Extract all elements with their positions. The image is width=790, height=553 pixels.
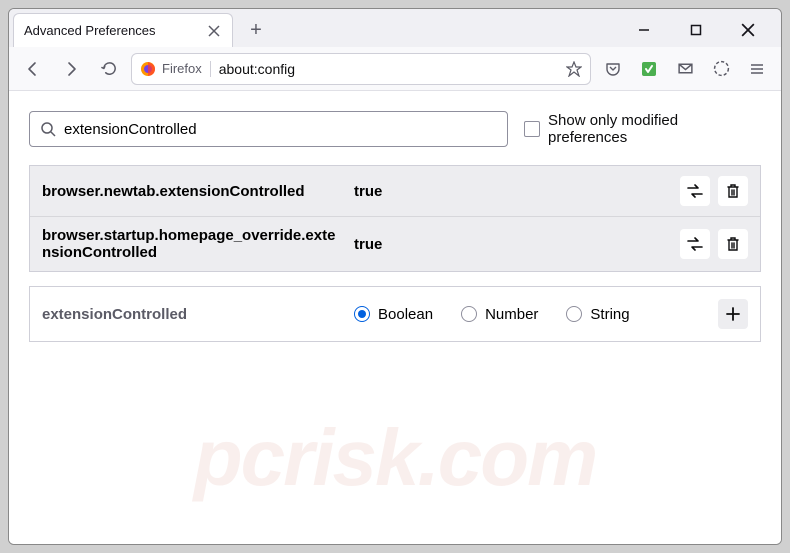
back-button[interactable]	[17, 53, 49, 85]
toggle-button[interactable]	[680, 176, 710, 206]
extension-icon[interactable]	[633, 53, 665, 85]
watermark: pcrisk.com	[9, 412, 781, 504]
radio-label: Number	[485, 306, 538, 323]
tab-advanced-preferences[interactable]: Advanced Preferences	[13, 13, 233, 47]
url-input[interactable]	[219, 61, 558, 77]
account-icon[interactable]	[705, 53, 737, 85]
prefs-list: browser.newtab.extensionControlled true …	[29, 165, 761, 272]
url-bar[interactable]: Firefox	[131, 53, 591, 85]
pocket-icon[interactable]	[597, 53, 629, 85]
page-content: Show only modified preferences browser.n…	[9, 91, 781, 544]
navigation-toolbar: Firefox	[9, 47, 781, 91]
menu-icon[interactable]	[741, 53, 773, 85]
pref-row: browser.newtab.extensionControlled true	[30, 166, 760, 216]
radio-number[interactable]: Number	[461, 306, 538, 323]
checkbox-icon	[524, 121, 540, 137]
reload-button[interactable]	[93, 53, 125, 85]
browser-window: Advanced Preferences +	[8, 8, 782, 545]
radio-string[interactable]: String	[566, 306, 629, 323]
new-tab-button[interactable]: +	[241, 15, 271, 45]
maximize-button[interactable]	[679, 15, 713, 45]
window-controls	[627, 15, 777, 45]
radio-boolean[interactable]: Boolean	[354, 306, 433, 323]
identity-box[interactable]: Firefox	[140, 61, 211, 77]
tab-title: Advanced Preferences	[24, 23, 156, 38]
pref-name: browser.newtab.extensionControlled	[42, 183, 342, 200]
radio-icon	[354, 306, 370, 322]
identity-label: Firefox	[162, 61, 202, 76]
add-pref-button[interactable]	[718, 299, 748, 329]
pref-value: true	[354, 236, 668, 253]
forward-button[interactable]	[55, 53, 87, 85]
pref-row: browser.startup.homepage_override.extens…	[30, 216, 760, 271]
search-box[interactable]	[29, 111, 508, 147]
show-modified-checkbox[interactable]: Show only modified preferences	[524, 112, 761, 146]
search-input[interactable]	[64, 121, 497, 138]
pref-name: browser.startup.homepage_override.extens…	[42, 227, 342, 261]
radio-icon	[461, 306, 477, 322]
close-tab-icon[interactable]	[206, 23, 222, 39]
toggle-button[interactable]	[680, 229, 710, 259]
minimize-button[interactable]	[627, 15, 661, 45]
delete-button[interactable]	[718, 229, 748, 259]
mail-icon[interactable]	[669, 53, 701, 85]
radio-label: String	[590, 306, 629, 323]
new-pref-row: extensionControlled Boolean Number Strin…	[29, 286, 761, 342]
search-icon	[40, 121, 56, 137]
new-pref-name: extensionControlled	[42, 306, 342, 323]
search-row: Show only modified preferences	[29, 111, 761, 147]
tab-bar: Advanced Preferences +	[9, 9, 781, 47]
firefox-icon	[140, 61, 156, 77]
type-radio-group: Boolean Number String	[354, 306, 706, 323]
pref-value: true	[354, 183, 668, 200]
bookmark-star-icon[interactable]	[566, 61, 582, 77]
radio-icon	[566, 306, 582, 322]
delete-button[interactable]	[718, 176, 748, 206]
close-window-button[interactable]	[731, 15, 765, 45]
checkbox-label: Show only modified preferences	[548, 112, 761, 146]
radio-label: Boolean	[378, 306, 433, 323]
